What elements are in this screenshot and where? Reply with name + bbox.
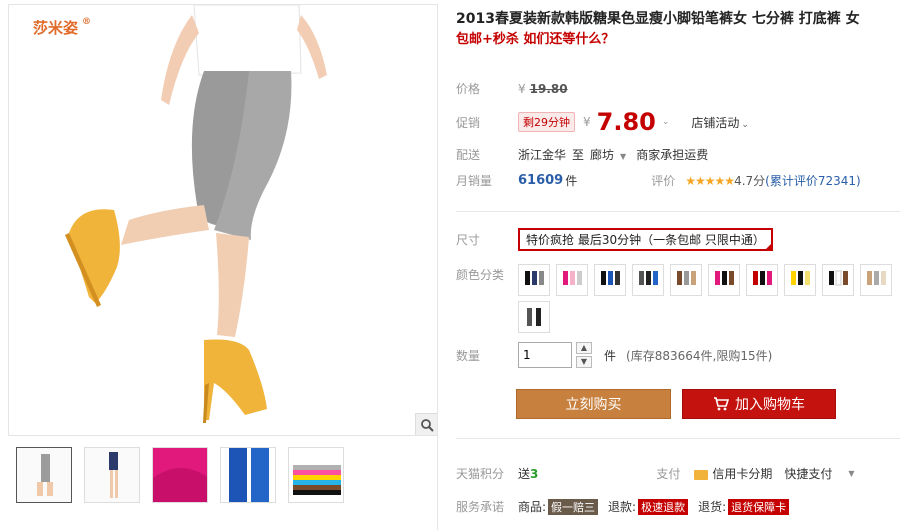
color-swatch[interactable] — [708, 264, 740, 296]
currency-symbol: ¥ — [518, 81, 526, 96]
store-activity-label: 店铺活动 — [691, 115, 740, 130]
service-goods-badge[interactable]: 假一赔三 — [548, 498, 599, 515]
service-goods-label: 商品: — [518, 500, 547, 514]
monthly-sales-unit: 件 — [565, 174, 578, 188]
quantity-unit: 件 — [604, 348, 617, 363]
credit-card-icon — [694, 469, 709, 480]
caret-down-icon[interactable]: ▼ — [848, 469, 854, 478]
quantity-input[interactable] — [518, 342, 572, 368]
color-swatch[interactable] — [518, 301, 550, 333]
service-return-label: 退货: — [698, 500, 727, 514]
color-swatch[interactable] — [784, 264, 816, 296]
size-option-selected[interactable]: 特价疯抢 最后30分钟（一条包邮 只限中通） — [518, 228, 773, 251]
add-to-cart-label: 加入购物车 — [735, 397, 805, 413]
promo-row: 促销 剩29分钟 ¥ 7.80 ⌄ 店铺活动 ⌄ — [456, 108, 749, 136]
shipping-fee: 商家承担运费 — [636, 148, 709, 162]
divider — [456, 211, 900, 212]
quantity-label: 数量 — [456, 348, 481, 363]
promo-currency-symbol: ¥ — [583, 115, 591, 129]
color-swatch[interactable] — [556, 264, 588, 296]
sales-row: 月销量 61609 件 评价 ★★★★★ 4.7分 (累计评价72341) — [456, 172, 861, 189]
thumbnail-strip — [16, 447, 344, 503]
cart-icon — [714, 397, 729, 411]
shipping-to-word: 至 — [572, 148, 585, 162]
leggings-model-photo — [65, 5, 327, 423]
color-swatch[interactable] — [860, 264, 892, 296]
thumbnail-pink-fabric[interactable] — [152, 447, 208, 503]
shipping-label: 配送 — [456, 148, 481, 162]
product-gallery: 莎米姿 ® — [8, 4, 438, 530]
color-swatch[interactable] — [822, 264, 854, 296]
monthly-sales-label: 月销量 — [456, 174, 493, 188]
product-detail-panel: 2013春夏装新款韩版糖果色显瘦小脚铅笔裤女 七分裤 打底裤 女 包邮+秒杀 如… — [456, 8, 900, 515]
points-label: 天猫积分 — [456, 467, 505, 481]
decrement-button[interactable]: ▼ — [576, 356, 592, 368]
color-swatch[interactable] — [594, 264, 626, 296]
store-activity-dropdown[interactable]: 店铺活动 ⌄ — [691, 114, 749, 131]
points-value: 3 — [530, 466, 539, 481]
star-rating-icon: ★★★★★ — [685, 173, 735, 188]
main-product-image[interactable]: 莎米姿 ® — [8, 4, 438, 436]
chevron-down-icon[interactable]: ⌄ — [662, 117, 670, 127]
thumbnail-gray-leggings[interactable] — [16, 447, 72, 503]
points-row: 天猫积分 送 3 支付 信用卡分期 快捷支付 ▼ — [456, 465, 855, 482]
color-swatch-grid — [518, 264, 898, 333]
buy-now-button[interactable]: 立刻购买 — [516, 389, 671, 419]
color-label-row: 颜色分类 — [456, 266, 518, 283]
rating-label: 评价 — [651, 174, 676, 188]
review-count-link[interactable]: (累计评价72341) — [765, 172, 861, 189]
size-label: 尺寸 — [456, 233, 481, 247]
service-row: 服务承诺 商品: 假一赔三 退款: 极速退款 退货: 退货保障卡 — [456, 498, 799, 515]
thumbnail-blue-fabric[interactable] — [220, 447, 276, 503]
product-subtitle: 包邮+秒杀 如们还等什么？ — [456, 32, 615, 47]
promo-price: 7.80 — [596, 108, 656, 136]
zoom-button[interactable] — [415, 413, 437, 435]
service-label: 服务承诺 — [456, 500, 505, 514]
color-swatch[interactable] — [670, 264, 702, 296]
add-to-cart-button[interactable]: 加入购物车 — [682, 389, 836, 419]
shipping-destination: 廊坊 — [590, 148, 615, 162]
original-price: 19.80 — [529, 81, 568, 96]
color-swatch[interactable] — [632, 264, 664, 296]
magnifier-icon — [420, 418, 434, 432]
color-swatch[interactable] — [746, 264, 778, 296]
credit-installment[interactable]: 信用卡分期 — [694, 465, 772, 482]
color-label: 颜色分类 — [456, 268, 505, 282]
thumbnail-navy-leggings[interactable] — [84, 447, 140, 503]
shipping-destination-select[interactable]: 廊坊 ▼ — [590, 146, 626, 163]
rating-score: 4.7分 — [734, 174, 766, 188]
chevron-down-icon: ⌄ — [741, 119, 749, 130]
color-swatch[interactable] — [518, 264, 550, 296]
service-return-badge[interactable]: 退货保障卡 — [728, 498, 790, 515]
countdown-badge: 剩29分钟 — [518, 112, 575, 132]
quantity-stepper: ▲ ▼ — [576, 342, 592, 368]
buy-now-label: 立刻购买 — [565, 397, 622, 413]
thumbnail-color-stack[interactable] — [288, 447, 344, 503]
payment-label: 支付 — [656, 467, 681, 481]
credit-installment-label: 信用卡分期 — [712, 467, 773, 481]
shipping-origin: 浙江金华 — [518, 148, 567, 162]
stock-info: (库存883664件,限购15件) — [626, 348, 773, 363]
divider — [456, 438, 900, 439]
promo-label: 促销 — [456, 115, 481, 130]
service-refund-label: 退款: — [608, 500, 637, 514]
increment-button[interactable]: ▲ — [576, 342, 592, 354]
shipping-row: 配送 浙江金华 至 廊坊 ▼ 商家承担运费 — [456, 146, 708, 163]
points-text: 送 — [518, 467, 531, 481]
size-row: 尺寸 特价疯抢 最后30分钟（一条包邮 只限中通） — [456, 228, 773, 251]
service-refund-badge[interactable]: 极速退款 — [638, 498, 689, 515]
product-title: 2013春夏装新款韩版糖果色显瘦小脚铅笔裤女 七分裤 打底裤 女 — [456, 11, 860, 27]
price-label: 价格 — [456, 82, 481, 96]
price-row: 价格 ¥ 19.80 — [456, 80, 568, 97]
quick-pay-label: 快捷支付 — [784, 467, 833, 481]
quantity-row: 数量 ▲ ▼ 件 (库存883664件,限购15件) — [456, 342, 772, 368]
caret-down-icon: ▼ — [620, 152, 627, 161]
monthly-sales-count: 61609 — [518, 173, 564, 188]
